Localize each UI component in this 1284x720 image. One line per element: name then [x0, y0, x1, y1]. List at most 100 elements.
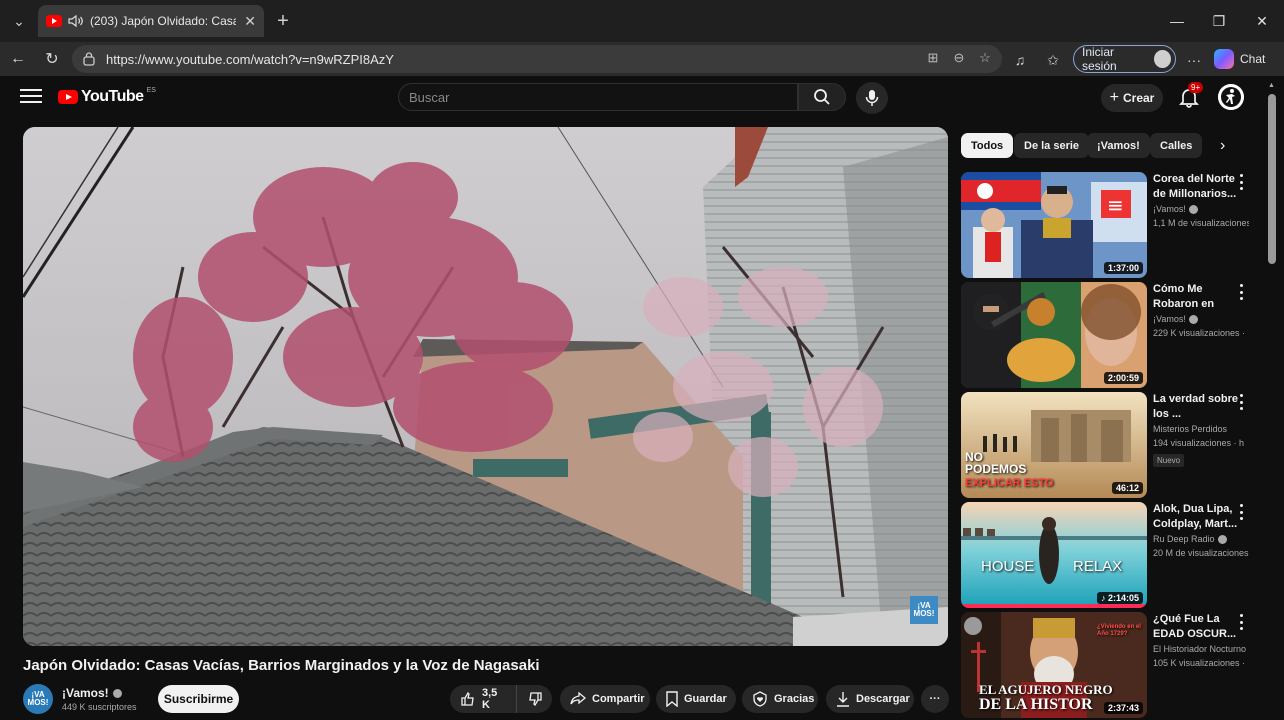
more-vertical-icon[interactable]	[1238, 614, 1244, 630]
like-count: 3,5 K	[482, 687, 498, 711]
thumbnail-caption: ¿Viviendo en el Año 1729?	[1097, 624, 1141, 637]
tab-actions-chevron-icon[interactable]: ⌄	[6, 8, 32, 34]
close-window-icon[interactable]: ✕	[1249, 8, 1275, 34]
browser-tab-active[interactable]: (203) Japón Olvidado: Casas V ✕	[38, 5, 264, 37]
video-thumbnail[interactable]: ¿Viviendo en el Año 1729? EL AGUJERO NEG…	[961, 612, 1147, 718]
more-vertical-icon[interactable]	[1238, 284, 1244, 300]
account-avatar-icon	[1218, 84, 1244, 110]
recommendation-item[interactable]: HOUSE RELAX ♪ 2:14:05 Alok, Dua Lipa, Co…	[961, 502, 1251, 608]
verified-check-icon	[1188, 314, 1198, 324]
back-arrow-icon[interactable]: ←	[5, 46, 31, 72]
download-button[interactable]: Descargar	[826, 685, 914, 713]
recommendation-views: 229 K visualizaciones ·	[1153, 328, 1246, 338]
search-button[interactable]	[798, 83, 846, 111]
address-toolbar: ← ↻ https://www.youtube.com/watch?v=n9wR…	[0, 42, 1284, 76]
more-options-icon[interactable]: ···	[1184, 50, 1204, 70]
recommendation-item[interactable]: ≡ 1:37:00 Corea del Norte de Millonarios…	[961, 172, 1251, 278]
reload-icon[interactable]: ↻	[39, 46, 65, 72]
video-frame	[23, 127, 948, 646]
like-button[interactable]: 3,5 K	[450, 685, 516, 713]
channel-name[interactable]: ¡Vamos!	[62, 686, 122, 700]
subscribe-button[interactable]: Suscribirme	[158, 685, 239, 713]
chip-calles[interactable]: Calles	[1150, 133, 1203, 158]
recommendation-item[interactable]: ¿Viviendo en el Año 1729? EL AGUJERO NEG…	[961, 612, 1251, 718]
chevron-right-icon[interactable]: ›	[1220, 137, 1225, 155]
recommendation-title[interactable]: La verdad sobre los ...	[1153, 392, 1239, 422]
recommendation-channel[interactable]: Misterios Perdidos	[1153, 424, 1227, 434]
media-control-icon[interactable]: ♫	[1010, 50, 1030, 70]
recommendation-title[interactable]: Alok, Dua Lipa, Coldplay, Mart...	[1153, 502, 1239, 532]
more-actions-button[interactable]: ···	[921, 685, 949, 713]
recommendation-title[interactable]: ¿Qué Fue La EDAD OSCUR...	[1153, 612, 1239, 642]
recommendation-channel[interactable]: ¡Vamos!	[1153, 204, 1198, 214]
verified-check-icon	[112, 688, 122, 698]
video-thumbnail[interactable]: NO PODEMOS EXPLICAR ESTO 46:12	[961, 392, 1147, 498]
favorite-star-icon[interactable]: ☆	[976, 49, 994, 67]
address-bar[interactable]: https://www.youtube.com/watch?v=n9wRZPI8…	[72, 45, 1002, 73]
more-vertical-icon[interactable]	[1238, 394, 1244, 410]
chip-vamos[interactable]: ¡Vamos!	[1087, 133, 1150, 158]
thumbnail-caption: HOUSE	[981, 558, 1035, 575]
menu-icon[interactable]	[20, 89, 42, 107]
page-scrollbar[interactable]	[1268, 94, 1276, 264]
recommendation-views: 1,1 M de visualizaciones	[1153, 218, 1249, 228]
close-tab-icon[interactable]: ✕	[244, 13, 256, 30]
chip-de-la-serie[interactable]: De la serie	[1014, 133, 1090, 158]
recommendation-item[interactable]: 2:00:59 Cómo Me Robaron en Sã... ¡Vamos!…	[961, 282, 1251, 388]
recommendation-channel[interactable]: ¡Vamos!	[1153, 314, 1198, 324]
new-tab-icon[interactable]: +	[270, 8, 296, 34]
download-label: Descargar	[856, 693, 910, 705]
more-vertical-icon[interactable]	[1238, 504, 1244, 520]
chip-todos[interactable]: Todos	[961, 133, 1014, 158]
recommendation-title[interactable]: Cómo Me Robaron en Sã...	[1153, 282, 1239, 312]
copilot-chat-button[interactable]: Chat	[1214, 46, 1280, 72]
channel-name-text: ¡Vamos!	[1153, 314, 1186, 324]
zoom-icon[interactable]: ⊖	[950, 49, 968, 67]
recommendation-title[interactable]: Corea del Norte de Millonarios...	[1153, 172, 1239, 202]
video-player[interactable]: ¡VA MOS!	[23, 127, 948, 646]
video-thumbnail[interactable]: ≡ 1:37:00	[961, 172, 1147, 278]
video-thumbnail[interactable]: 2:00:59	[961, 282, 1147, 388]
recommendation-views: 105 K visualizaciones ·	[1153, 658, 1246, 668]
profile-avatar-icon	[1154, 50, 1171, 68]
search-placeholder: Buscar	[409, 89, 450, 105]
thumbs-down-icon	[529, 692, 542, 707]
channel-name-text: ¡Vamos!	[62, 686, 109, 700]
account-avatar[interactable]	[1218, 84, 1244, 110]
app-available-icon[interactable]: ⊞	[924, 49, 942, 67]
video-duration: 46:12	[1111, 482, 1143, 494]
url-text: https://www.youtube.com/watch?v=n9wRZPI8…	[106, 51, 394, 67]
recommendation-item[interactable]: NO PODEMOS EXPLICAR ESTO 46:12 La verdad…	[961, 392, 1251, 498]
maximize-icon[interactable]: ❐	[1206, 8, 1232, 34]
minimize-icon[interactable]: —	[1164, 8, 1190, 34]
share-arrow-icon	[570, 692, 586, 705]
thumbnail-caption: RELAX	[1073, 558, 1123, 575]
youtube-logo[interactable]: YouTube ES	[58, 86, 156, 106]
subscriber-count: 449 K suscriptores	[62, 702, 137, 712]
thumbnail-caption: PODEMOS	[965, 462, 1027, 476]
scroll-up-arrow-icon[interactable]: ▲	[1268, 82, 1275, 89]
save-button[interactable]: Guardar	[656, 685, 736, 713]
create-button[interactable]: + Crear	[1101, 84, 1163, 112]
voice-search-button[interactable]	[856, 82, 888, 114]
dislike-button[interactable]	[516, 685, 552, 713]
thanks-button[interactable]: Gracias	[742, 685, 818, 713]
recommendation-channel[interactable]: El Historiador Nocturno	[1153, 644, 1246, 654]
channel-avatar[interactable]: ¡VA MOS!	[23, 684, 53, 714]
favorites-icon[interactable]: ✩	[1043, 50, 1063, 70]
signin-button[interactable]: Iniciar sesión	[1073, 45, 1176, 73]
more-vertical-icon[interactable]	[1238, 174, 1244, 190]
video-duration: 2:37:43	[1103, 702, 1143, 714]
video-thumbnail[interactable]: HOUSE RELAX ♪ 2:14:05	[961, 502, 1147, 608]
site-info-icon[interactable]	[82, 52, 96, 66]
notification-count-badge: 9+	[1188, 82, 1204, 93]
verified-check-icon	[1188, 204, 1198, 214]
speaker-icon[interactable]	[68, 14, 84, 28]
recommendation-channel[interactable]: Ru Deep Radio	[1153, 534, 1227, 544]
channel-watermark[interactable]: ¡VA MOS!	[910, 596, 938, 624]
share-button[interactable]: Compartir	[560, 685, 650, 713]
region-code: ES	[146, 86, 156, 94]
search-input[interactable]: Buscar	[398, 83, 798, 111]
download-icon	[837, 692, 849, 707]
channel-name-text: Ru Deep Radio	[1153, 534, 1215, 544]
